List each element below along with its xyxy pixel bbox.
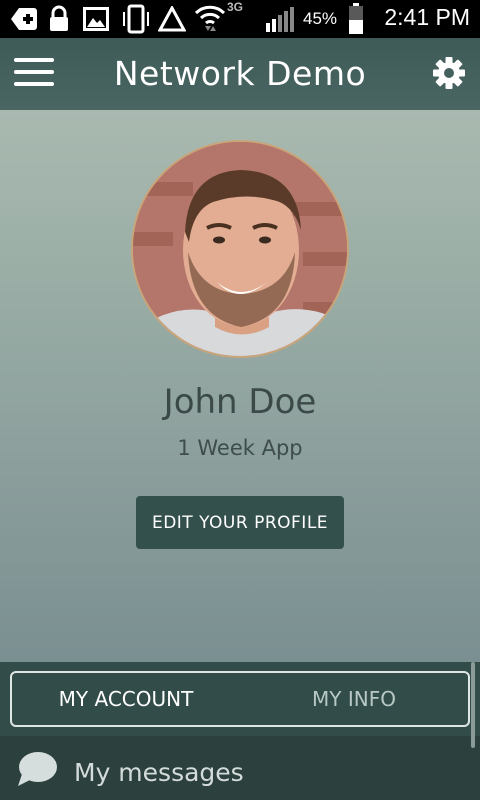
signal-icon (266, 7, 294, 32)
status-time: 2:41 PM (384, 4, 470, 30)
edit-profile-button[interactable]: EDIT YOUR PROFILE (136, 496, 344, 549)
page-title: Network Demo (113, 54, 367, 93)
app-header: Network Demo (0, 38, 480, 110)
battery-icon (349, 3, 363, 34)
status-bar: 3G 45% 2:41 PM (0, 0, 480, 38)
tab-group: MY ACCOUNT MY INFO (10, 671, 470, 727)
image-icon (83, 7, 109, 31)
scrollbar[interactable] (471, 662, 475, 748)
list-item-label: My messages (74, 758, 244, 787)
gear-icon[interactable] (432, 56, 466, 90)
add-box-icon (11, 8, 37, 30)
menu-list: My messages (0, 736, 480, 800)
profile-subtitle: 1 Week App (177, 436, 303, 460)
network-type-label: 3G (227, 0, 244, 14)
tab-bar: MY ACCOUNT MY INFO (0, 662, 480, 736)
lock-icon (50, 5, 68, 31)
avatar[interactable] (131, 140, 349, 358)
avatar-photo (133, 142, 347, 356)
app-screen: 3G 45% 2:41 PM Network Demo John Doe 1 W… (0, 0, 480, 800)
vibrate-icon (123, 4, 149, 34)
profile-name: John Doe (163, 382, 317, 422)
tab-my-account[interactable]: MY ACCOUNT (12, 673, 240, 725)
battery-percent: 45% (303, 9, 338, 28)
wifi-icon (194, 5, 226, 31)
profile-section: John Doe 1 Week App EDIT YOUR PROFILE (0, 110, 480, 662)
chat-bubble-icon (18, 752, 57, 786)
tab-my-info[interactable]: MY INFO (240, 673, 468, 725)
alert-triangle-icon (158, 6, 186, 32)
